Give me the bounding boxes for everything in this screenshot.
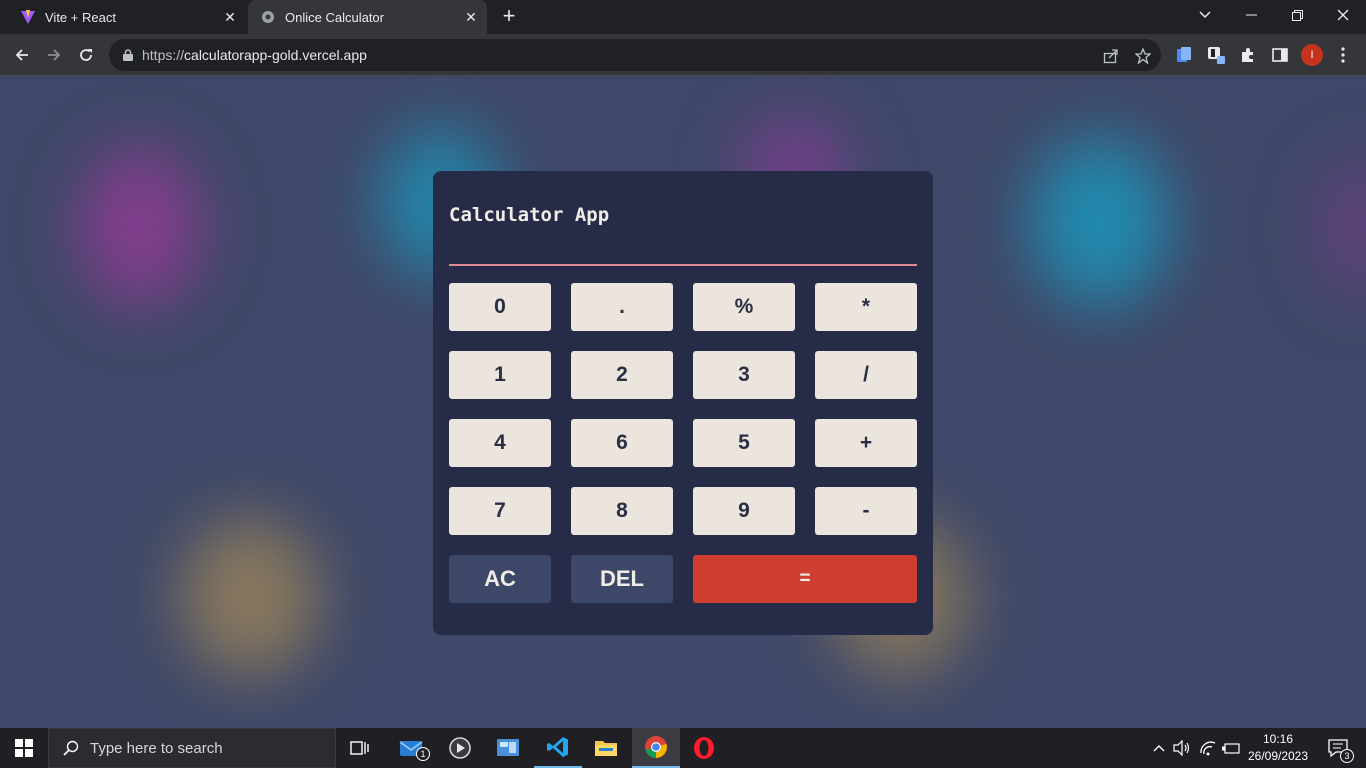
background-blob xyxy=(1030,137,1170,307)
key-5[interactable]: 5 xyxy=(693,419,795,467)
minimize-button[interactable] xyxy=(1228,0,1274,30)
system-clock[interactable]: 10:16 26/09/2023 xyxy=(1244,731,1312,765)
background-blob xyxy=(80,147,200,307)
battery-icon[interactable] xyxy=(1220,728,1242,768)
key-9[interactable]: 9 xyxy=(693,487,795,535)
url-host: calculatorapp-gold.vercel.app xyxy=(184,47,367,63)
profile-avatar[interactable]: I xyxy=(1301,44,1323,66)
tab-onlice-calculator[interactable]: Onlice Calculator ✕ xyxy=(248,0,487,34)
close-tab-icon[interactable]: ✕ xyxy=(220,7,240,27)
address-bar[interactable]: https://calculatorapp-gold.vercel.app xyxy=(109,39,1161,71)
page-viewport: Calculator App 0 . % * 1 2 3 / 4 6 5 + 7… xyxy=(0,77,1366,728)
extension-profile-icon[interactable] xyxy=(1206,45,1226,65)
tab-title: Vite + React xyxy=(45,9,116,25)
control-panel-icon[interactable] xyxy=(484,728,532,768)
back-button[interactable] xyxy=(7,40,37,70)
close-window-button[interactable] xyxy=(1320,0,1366,30)
extensions-puzzle-icon[interactable] xyxy=(1238,45,1258,65)
calculator-title: Calculator App xyxy=(449,204,610,226)
notification-center-icon[interactable]: 3 xyxy=(1318,728,1358,768)
key-8[interactable]: 8 xyxy=(571,487,673,535)
lock-icon[interactable] xyxy=(121,48,135,62)
search-icon xyxy=(62,739,80,757)
more-menu-icon[interactable] xyxy=(1336,45,1350,65)
taskbar-search-box[interactable]: Type here to search xyxy=(48,728,336,768)
key-6[interactable]: 6 xyxy=(571,419,673,467)
share-icon[interactable] xyxy=(1102,47,1120,65)
key-percent[interactable]: % xyxy=(693,283,795,331)
search-placeholder: Type here to search xyxy=(90,739,223,757)
key-7[interactable]: 7 xyxy=(449,487,551,535)
browser-toolbar: https://calculatorapp-gold.vercel.app I xyxy=(0,34,1366,76)
side-panel-icon[interactable] xyxy=(1270,45,1290,65)
globe-icon xyxy=(260,9,276,25)
forward-button[interactable] xyxy=(39,40,69,70)
url-scheme: https:// xyxy=(142,47,185,63)
file-explorer-icon[interactable] xyxy=(582,728,630,768)
extension-docs-icon[interactable] xyxy=(1174,45,1194,65)
mail-badge: 1 xyxy=(416,747,430,761)
key-0[interactable]: 0 xyxy=(449,283,551,331)
clear-button[interactable]: AC xyxy=(449,555,551,603)
media-player-icon[interactable] xyxy=(436,728,484,768)
restore-button[interactable] xyxy=(1274,0,1320,30)
chrome-icon[interactable] xyxy=(632,728,680,768)
show-hidden-icons-chevron-icon[interactable] xyxy=(1148,728,1170,768)
start-button[interactable] xyxy=(0,728,48,768)
tab-vite-react[interactable]: Vite + React ✕ xyxy=(8,0,246,34)
key-1[interactable]: 1 xyxy=(449,351,551,399)
key-4[interactable]: 4 xyxy=(449,419,551,467)
new-tab-button[interactable]: + xyxy=(498,5,520,28)
key-decimal[interactable]: . xyxy=(571,283,673,331)
key-plus[interactable]: + xyxy=(815,419,917,467)
volume-icon[interactable] xyxy=(1171,728,1193,768)
clock-time: 10:16 xyxy=(1262,732,1294,746)
equals-button[interactable]: = xyxy=(693,555,917,603)
mail-icon[interactable]: 1 xyxy=(388,728,436,768)
key-3[interactable]: 3 xyxy=(693,351,795,399)
windows-logo-icon xyxy=(15,739,33,757)
url-text: https://calculatorapp-gold.vercel.app xyxy=(142,47,367,63)
background-blob xyxy=(180,517,320,677)
close-tab-icon[interactable]: ✕ xyxy=(461,7,481,27)
vite-icon xyxy=(20,9,36,25)
bookmark-star-icon[interactable] xyxy=(1134,47,1152,65)
vscode-icon[interactable] xyxy=(534,728,582,768)
notification-badge: 3 xyxy=(1340,749,1354,763)
key-minus[interactable]: - xyxy=(815,487,917,535)
browser-tab-strip: Vite + React ✕ Onlice Calculator ✕ + xyxy=(0,0,1366,34)
opera-icon[interactable] xyxy=(680,728,728,768)
task-view-icon[interactable] xyxy=(336,728,384,768)
key-divide[interactable]: / xyxy=(815,351,917,399)
tab-search-chevron-icon[interactable] xyxy=(1182,0,1228,30)
background-blob xyxy=(1320,157,1366,297)
calculator-panel: Calculator App 0 . % * 1 2 3 / 4 6 5 + 7… xyxy=(433,171,933,635)
windows-taskbar: Type here to search 1 10:16 26/09/2023 3 xyxy=(0,728,1366,768)
calculator-display[interactable] xyxy=(449,235,917,266)
tab-title: Onlice Calculator xyxy=(285,9,384,25)
delete-button[interactable]: DEL xyxy=(571,555,673,603)
reload-button[interactable] xyxy=(71,40,101,70)
clock-date: 26/09/2023 xyxy=(1247,749,1309,763)
network-icon[interactable] xyxy=(1196,728,1220,768)
key-2[interactable]: 2 xyxy=(571,351,673,399)
key-multiply[interactable]: * xyxy=(815,283,917,331)
